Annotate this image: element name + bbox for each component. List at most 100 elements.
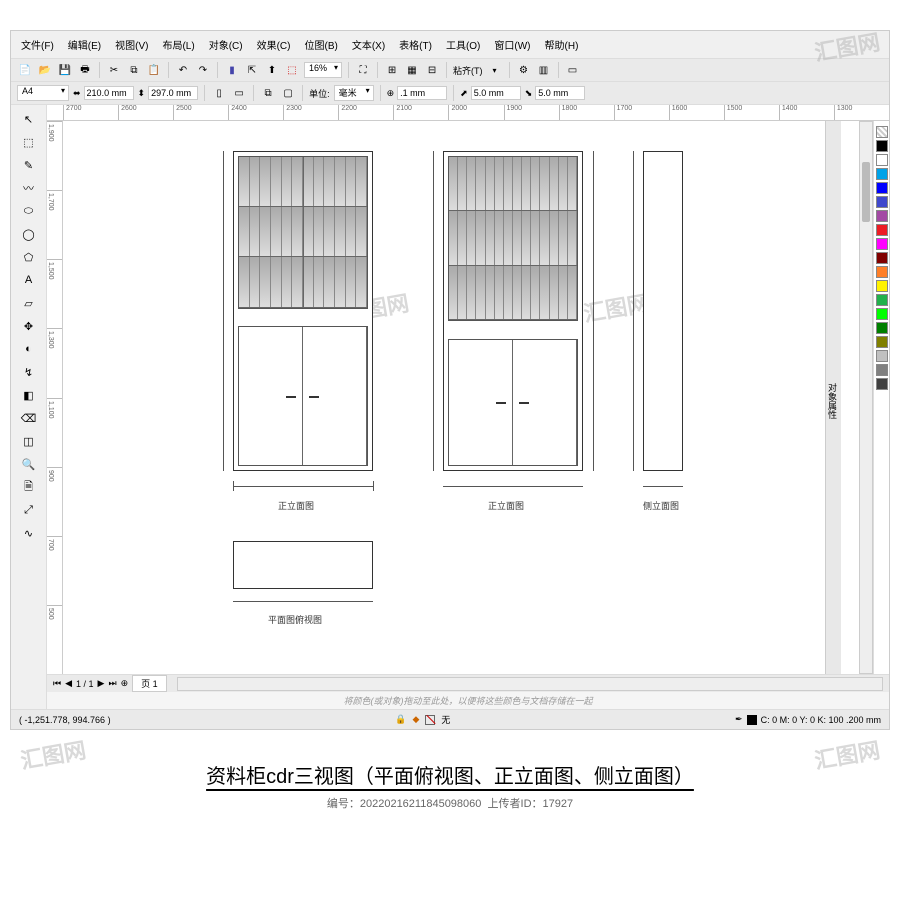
menu-table[interactable]: 表格(T) [395, 35, 436, 54]
vertical-scrollbar[interactable] [859, 121, 873, 674]
pagesize-select[interactable]: A4 [17, 85, 69, 101]
interactive-tool-icon[interactable]: ◧ [18, 385, 40, 405]
color-swatch[interactable] [876, 210, 888, 222]
new-icon[interactable]: 📄 [17, 62, 33, 78]
import-icon[interactable]: ▮ [224, 62, 240, 78]
units-select[interactable]: 毫米 [334, 85, 374, 101]
nav-first-icon[interactable]: ⏮ [53, 678, 61, 689]
menu-file[interactable]: 文件(F) [17, 35, 58, 54]
units-label: 单位: [309, 87, 330, 100]
paste-icon[interactable]: 📋 [146, 62, 162, 78]
color-swatch[interactable] [876, 378, 888, 390]
save-icon[interactable]: 💾 [57, 62, 73, 78]
color-swatch[interactable] [876, 196, 888, 208]
dup-x[interactable]: ⬈ [460, 86, 521, 100]
chevron-down-icon[interactable]: ▾ [487, 62, 503, 78]
menu-help[interactable]: 帮助(H) [541, 35, 583, 54]
swatch-none[interactable] [876, 126, 888, 138]
blend-tool-icon[interactable]: ◐ [18, 339, 40, 359]
pick-tool-icon[interactable]: ↖ [18, 109, 40, 129]
crop-tool-icon[interactable]: ✎ [18, 155, 40, 175]
shape-tool-icon[interactable]: ⬚ [18, 132, 40, 152]
undo-icon[interactable]: ↶ [175, 62, 191, 78]
publish-icon[interactable]: ⬆ [264, 62, 280, 78]
horizontal-scrollbar[interactable] [177, 677, 883, 691]
all-pages-icon[interactable]: ⧉ [260, 85, 276, 101]
nudge-input[interactable] [397, 86, 447, 100]
menu-edit[interactable]: 编辑(E) [64, 35, 105, 54]
eyedropper-tool-icon[interactable]: ⌫ [18, 408, 40, 428]
color-swatch[interactable] [876, 350, 888, 362]
nav-last-icon[interactable]: ⏭ [108, 678, 116, 689]
print-icon[interactable]: 🖶 [77, 62, 93, 78]
rulers-icon[interactable]: ⊞ [384, 62, 400, 78]
color-swatch[interactable] [876, 224, 888, 236]
nav-next-icon[interactable]: ▶ [98, 678, 105, 689]
color-swatch[interactable] [876, 280, 888, 292]
menu-effect[interactable]: 效果(C) [253, 35, 295, 54]
connector-tool-icon[interactable]: ↯ [18, 362, 40, 382]
smartfill-tool-icon[interactable]: ∿ [18, 523, 40, 543]
menu-tools[interactable]: 工具(O) [442, 35, 484, 54]
freehand-tool-icon[interactable]: 〰 [18, 178, 40, 198]
ellipse-tool-icon[interactable]: ◯ [18, 224, 40, 244]
dup-y[interactable]: ⬊ [525, 86, 586, 100]
color-swatch[interactable] [876, 140, 888, 152]
guidelines-icon[interactable]: ⊟ [424, 62, 440, 78]
menu-bitmap[interactable]: 位图(B) [300, 35, 341, 54]
dimension-tool-icon[interactable]: ✥ [18, 316, 40, 336]
add-page-icon[interactable]: ⊕ [121, 678, 129, 689]
page-height-input[interactable] [148, 86, 198, 100]
text-tool-icon[interactable]: A [18, 270, 40, 290]
grid-icon[interactable]: ▦ [404, 62, 420, 78]
polygon-tool-icon[interactable]: ⬠ [18, 247, 40, 267]
cut-icon[interactable]: ✂ [106, 62, 122, 78]
transparency-tool-icon[interactable]: ⤢ [18, 500, 40, 520]
zoom-tool-icon[interactable]: 🔍 [18, 454, 40, 474]
copy-icon[interactable]: ⧉ [126, 62, 142, 78]
dup-x-input[interactable] [471, 86, 521, 100]
fill-tool-icon[interactable]: 🗎 [18, 477, 40, 497]
pdf-icon[interactable]: ⬚ [284, 62, 300, 78]
dup-y-input[interactable] [535, 86, 585, 100]
menu-text[interactable]: 文本(X) [348, 35, 389, 54]
landscape-icon[interactable]: ▭ [231, 85, 247, 101]
outline-tool-icon[interactable]: ◫ [18, 431, 40, 451]
color-swatch[interactable] [876, 322, 888, 334]
snap-label[interactable]: 粘齐(T) [453, 64, 483, 77]
color-swatch[interactable] [876, 252, 888, 264]
page-height[interactable]: ⬍ [138, 86, 199, 100]
redo-icon[interactable]: ↷ [195, 62, 211, 78]
portrait-icon[interactable]: ▯ [211, 85, 227, 101]
nudge-field[interactable]: ⊕ [387, 86, 448, 100]
color-swatch[interactable] [876, 238, 888, 250]
zoom-select[interactable]: 16% [304, 62, 342, 78]
menu-layout[interactable]: 布局(L) [158, 35, 198, 54]
color-swatch[interactable] [876, 336, 888, 348]
color-swatch[interactable] [876, 308, 888, 320]
app-icon[interactable]: ▭ [565, 62, 581, 78]
page-width-input[interactable] [84, 86, 134, 100]
parallel-tool-icon[interactable]: ▱ [18, 293, 40, 313]
drawing-canvas[interactable]: 汇图网 汇图网 [63, 121, 859, 674]
color-swatch[interactable] [876, 168, 888, 180]
nav-prev-icon[interactable]: ◀ [65, 678, 72, 689]
launch-icon[interactable]: ▥ [536, 62, 552, 78]
menu-view[interactable]: 视图(V) [111, 35, 152, 54]
color-swatch[interactable] [876, 154, 888, 166]
menu-window[interactable]: 窗口(W) [490, 35, 534, 54]
color-swatch[interactable] [876, 182, 888, 194]
page-tab-1[interactable]: 页 1 [132, 675, 167, 692]
fullscreen-icon[interactable]: ⛶ [355, 62, 371, 78]
current-page-icon[interactable]: ▢ [280, 85, 296, 101]
color-swatch[interactable] [876, 294, 888, 306]
menu-object[interactable]: 对象(C) [205, 35, 247, 54]
docker-object-properties[interactable]: 对象属性 [825, 121, 841, 674]
color-swatch[interactable] [876, 364, 888, 376]
page-width[interactable]: ⬌ [73, 86, 134, 100]
color-swatch[interactable] [876, 266, 888, 278]
open-icon[interactable]: 📂 [37, 62, 53, 78]
options-icon[interactable]: ⚙ [516, 62, 532, 78]
rectangle-tool-icon[interactable]: ⬭ [18, 201, 40, 221]
export-icon[interactable]: ⇱ [244, 62, 260, 78]
